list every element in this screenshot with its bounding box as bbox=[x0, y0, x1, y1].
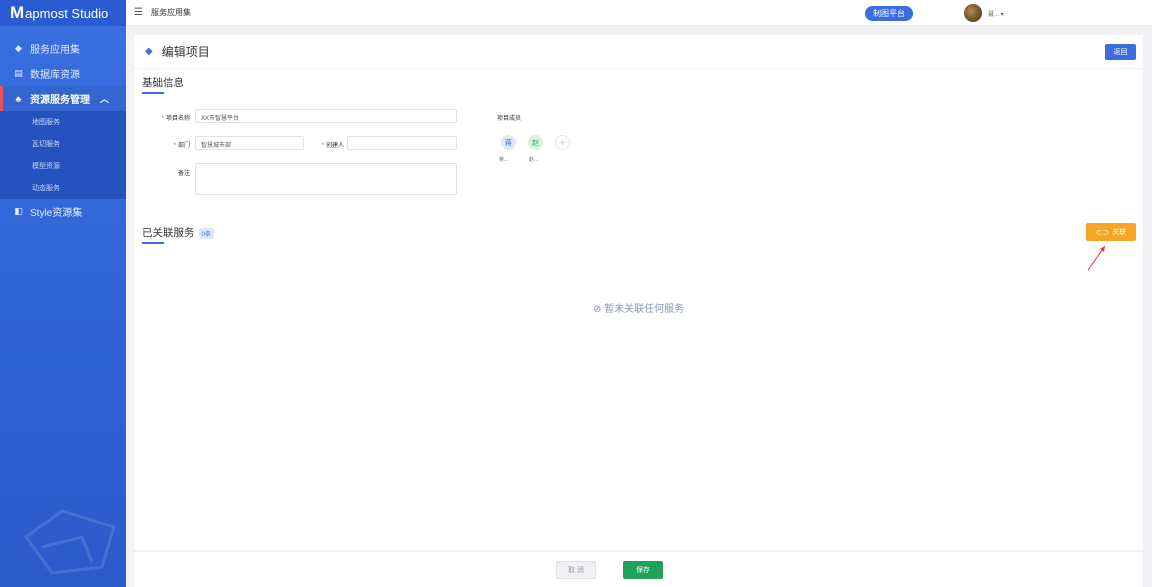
username-dropdown[interactable]: 聂... ▾ bbox=[988, 9, 1004, 18]
sidebar-item-service-app-set[interactable]: ◆ 服务应用集 bbox=[0, 36, 126, 61]
chevron-up-icon: ︿ bbox=[100, 94, 110, 104]
cluster-icon: ♣ bbox=[15, 93, 22, 104]
remark-textarea[interactable] bbox=[195, 163, 457, 195]
remark-label: 备注 bbox=[177, 171, 190, 177]
breadcrumb: 服务应用集 bbox=[150, 8, 191, 17]
style-icon: ◧ bbox=[14, 206, 23, 216]
menu-toggle-icon[interactable]: ☰ bbox=[134, 7, 143, 18]
sidebar-item-resource-service[interactable]: ♣ 资源服务管理 ︿ bbox=[0, 86, 126, 111]
sidebar-item-label: 服务应用集 bbox=[30, 45, 80, 56]
member-name: 赵... bbox=[529, 157, 539, 163]
empty-icon: ⊘ bbox=[593, 304, 605, 315]
sidebar-submenu: 地图服务 瓦切服务 模型资源 动态服务 bbox=[0, 111, 126, 199]
save-button[interactable]: 保存 bbox=[623, 561, 663, 579]
database-icon: ▤ bbox=[14, 68, 23, 78]
member-avatar[interactable]: 赵 bbox=[528, 135, 543, 150]
members-label: 项目成员 bbox=[497, 116, 522, 122]
sidebar-item-style-set[interactable]: ◧ Style资源集 bbox=[0, 199, 126, 224]
section-title-basic-info: 基础信息 bbox=[142, 77, 184, 94]
sidebar-item-database[interactable]: ▤ 数据库资源 bbox=[0, 61, 126, 86]
section-title-linked-services: 已关联服务 0条 bbox=[142, 225, 214, 244]
dept-label: * 部门 bbox=[154, 140, 190, 149]
project-name-input[interactable]: XX市智慧平台 bbox=[195, 109, 457, 123]
member-name: 蒋... bbox=[499, 157, 509, 163]
link-button-label: 关联 bbox=[1112, 229, 1127, 236]
member-avatar[interactable]: 蒋 bbox=[501, 135, 516, 150]
required-mark: * bbox=[321, 143, 324, 149]
creator-input[interactable] bbox=[347, 136, 457, 150]
dept-label-text: 部门 bbox=[177, 143, 190, 149]
sidebar-subitem-map-service[interactable]: 地图服务 bbox=[0, 111, 126, 133]
sidebar-subitem-tile-service[interactable]: 瓦切服务 bbox=[0, 133, 126, 155]
layers-icon: ◆ bbox=[145, 46, 153, 57]
app-logo[interactable]: M apmost Studio bbox=[0, 0, 126, 26]
edit-project-card: ◆ 编辑项目 返回 基础信息 * 项目名称 XX市智慧平台 * 部门 智慧城市部 *… bbox=[134, 35, 1143, 550]
empty-state: ⊘ 暂未关联任何服务 bbox=[593, 300, 684, 315]
add-member-button[interactable]: + bbox=[555, 135, 570, 150]
creator-label-text: 创建人 bbox=[325, 143, 344, 149]
link-icon: ⊂⊃ bbox=[1095, 227, 1110, 237]
logo-letter: M bbox=[10, 3, 25, 22]
cancel-button[interactable]: 取 消 bbox=[556, 561, 596, 579]
sidebar-item-label: 数据库资源 bbox=[30, 70, 80, 81]
sidebar-item-label: Style资源集 bbox=[30, 208, 83, 219]
project-name-label-text: 项目名称 bbox=[165, 116, 190, 122]
empty-state-text: 暂未关联任何服务 bbox=[604, 304, 685, 315]
map-decoration-icon bbox=[23, 509, 116, 575]
logo-text: apmost Studio bbox=[25, 5, 109, 21]
dept-input[interactable]: 智慧城市部 bbox=[195, 136, 304, 150]
sidebar-item-label: 资源服务管理 bbox=[30, 95, 90, 106]
form-footer: 取 消 保存 bbox=[134, 551, 1143, 587]
layers-icon: ◆ bbox=[15, 43, 22, 53]
required-mark: * bbox=[173, 143, 176, 149]
platform-button[interactable]: 制图平台 bbox=[865, 6, 913, 21]
linked-services-title-text: 已关联服务 bbox=[142, 227, 195, 239]
required-mark: * bbox=[161, 116, 164, 122]
annotation-arrow-icon bbox=[1087, 245, 1106, 271]
sidebar-menu: ◆ 服务应用集 ▤ 数据库资源 ♣ 资源服务管理 ︿ 地图服务 瓦切服务 模型资… bbox=[0, 36, 126, 224]
sidebar-subitem-dynamic-service[interactable]: 动态服务 bbox=[0, 177, 126, 199]
creator-label: * 创建人 bbox=[304, 140, 344, 149]
card-header: ◆ 编辑项目 bbox=[134, 35, 1143, 69]
project-name-label: * 项目名称 bbox=[154, 113, 190, 122]
link-service-button[interactable]: ⊂⊃ 关联 bbox=[1086, 223, 1136, 241]
avatar[interactable] bbox=[964, 4, 982, 22]
page-title: 编辑项目 bbox=[161, 45, 210, 59]
back-button[interactable]: 返回 bbox=[1105, 44, 1136, 60]
sidebar-subitem-model-resource[interactable]: 模型资源 bbox=[0, 155, 126, 177]
count-badge: 0条 bbox=[198, 227, 214, 239]
sidebar: M apmost Studio ◆ 服务应用集 ▤ 数据库资源 ♣ 资源服务管理… bbox=[0, 0, 126, 587]
